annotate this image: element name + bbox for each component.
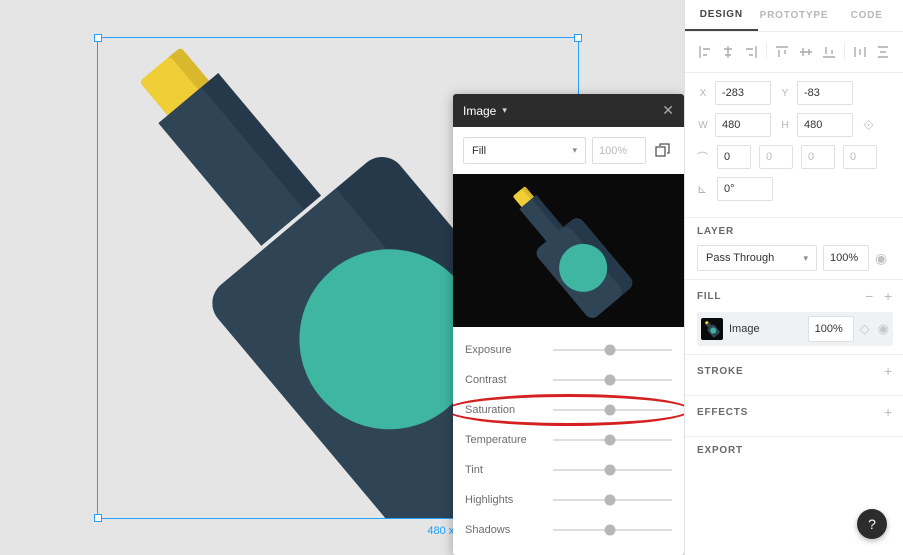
blend-mode-select[interactable]: Pass Through ▾ (697, 245, 817, 271)
adjustment-label: Exposure (465, 344, 545, 356)
adjustment-highlights: Highlights (453, 485, 684, 515)
adjustment-label: Temperature (465, 434, 545, 446)
resize-handle-tr[interactable] (574, 34, 582, 42)
align-top-icon[interactable] (772, 42, 792, 62)
adjustment-tint: Tint (453, 455, 684, 485)
section-stroke-header: STROKE + (697, 363, 893, 379)
tab-prototype[interactable]: PROTOTYPE (758, 0, 831, 31)
adjustment-slider[interactable] (553, 529, 672, 531)
frame-y-input[interactable]: -83 (797, 81, 853, 105)
adjustment-shadows: Shadows (453, 515, 684, 545)
image-settings-popover: Image ▾ ✕ Fill ▾ 100% (453, 94, 684, 555)
rotation-input[interactable]: 0° (717, 177, 773, 201)
align-hcenter-icon[interactable] (718, 42, 738, 62)
corner-radius-bl[interactable]: 0 (843, 145, 877, 169)
tab-code[interactable]: CODE (830, 0, 903, 31)
properties-panel: DESIGN PROTOTYPE CODE X-283 Y-83 W480 H4… (684, 0, 903, 555)
fill-opacity-input[interactable]: 100% (808, 316, 854, 342)
image-opacity-field[interactable]: 100% (592, 137, 646, 164)
adjustment-slider[interactable] (553, 409, 672, 411)
close-icon[interactable]: ✕ (662, 102, 674, 119)
add-fill-icon[interactable]: + (884, 288, 893, 304)
adjustment-temperature: Temperature (453, 425, 684, 455)
adjustment-slider[interactable] (553, 499, 672, 501)
image-fill-mode-select[interactable]: Fill ▾ (463, 137, 586, 164)
distribute-v-icon[interactable] (873, 42, 893, 62)
adjustment-label: Contrast (465, 374, 545, 386)
alignment-controls (685, 32, 903, 72)
align-left-icon[interactable] (695, 42, 715, 62)
adjustment-saturation: Saturation (453, 395, 684, 425)
section-effects-title: EFFECTS (697, 407, 748, 418)
adjustment-slider[interactable] (553, 469, 672, 471)
caret-down-icon: ▾ (572, 145, 577, 156)
section-layer-header: LAYER (697, 226, 893, 237)
adjustments-list: Exposure Contrast Saturation Temperature Tin… (453, 327, 684, 555)
align-vcenter-icon[interactable] (795, 42, 815, 62)
detach-fill-icon[interactable]: ◇ (860, 321, 870, 337)
tab-design[interactable]: DESIGN (685, 0, 758, 31)
section-effects-header: EFFECTS + (697, 404, 893, 420)
image-fill-mode-value: Fill (472, 145, 486, 157)
frame-w-input[interactable]: 480 (715, 113, 771, 137)
adjustment-label: Shadows (465, 524, 545, 536)
angle-icon: ⊾ (697, 182, 709, 196)
remove-fill-icon[interactable]: − (865, 288, 874, 304)
add-stroke-icon[interactable]: + (884, 363, 893, 379)
rotate-image-icon[interactable] (652, 140, 674, 162)
visibility-icon[interactable]: ◉ (875, 250, 893, 267)
adjustment-exposure: Exposure (453, 335, 684, 365)
resize-handle-tl[interactable] (94, 34, 102, 42)
section-export-title: EXPORT (697, 445, 743, 456)
align-bottom-icon[interactable] (819, 42, 839, 62)
layer-opacity-input[interactable]: 100% (823, 245, 869, 271)
add-effect-icon[interactable]: + (884, 404, 893, 420)
frame-h-input[interactable]: 480 (797, 113, 853, 137)
popover-header: Image ▾ ✕ (453, 94, 684, 127)
resize-handle-bl[interactable] (94, 514, 102, 522)
adjustment-label: Tint (465, 464, 545, 476)
popover-title: Image (463, 104, 496, 118)
section-fill-header: FILL − + (697, 288, 893, 304)
section-fill-title: FILL (697, 291, 721, 302)
section-stroke-title: STROKE (697, 366, 743, 377)
adjustment-slider[interactable] (553, 349, 672, 351)
section-layer-title: LAYER (697, 226, 734, 237)
adjustment-slider[interactable] (553, 379, 672, 381)
align-right-icon[interactable] (741, 42, 761, 62)
adjustment-contrast: Contrast (453, 365, 684, 395)
help-label: ? (868, 516, 876, 532)
constrain-proportions-icon[interactable]: ⟐ (861, 117, 874, 134)
image-preview (453, 174, 684, 327)
frame-x-input[interactable]: -283 (715, 81, 771, 105)
adjustment-slider[interactable] (553, 439, 672, 441)
blend-mode-value: Pass Through (706, 252, 774, 264)
corner-radius-input[interactable]: 0 (717, 145, 751, 169)
corner-radius-tr[interactable]: 0 (759, 145, 793, 169)
help-button[interactable]: ? (857, 509, 887, 539)
adjustment-label: Highlights (465, 494, 545, 506)
image-opacity-placeholder: 100% (599, 145, 627, 157)
section-export-header: EXPORT (697, 445, 893, 456)
fill-name: Image (729, 323, 802, 335)
caret-down-icon: ▾ (803, 253, 808, 264)
distribute-h-icon[interactable] (850, 42, 870, 62)
chevron-down-icon[interactable]: ▾ (502, 105, 507, 116)
fill-visibility-icon[interactable]: ◉ (878, 321, 889, 337)
fill-swatch[interactable] (701, 318, 723, 340)
inspector-tabs: DESIGN PROTOTYPE CODE (685, 0, 903, 32)
adjustment-label: Saturation (465, 404, 545, 416)
fill-image-row[interactable]: Image 100% ◇ ◉ (697, 312, 893, 346)
corner-radius-br[interactable]: 0 (801, 145, 835, 169)
